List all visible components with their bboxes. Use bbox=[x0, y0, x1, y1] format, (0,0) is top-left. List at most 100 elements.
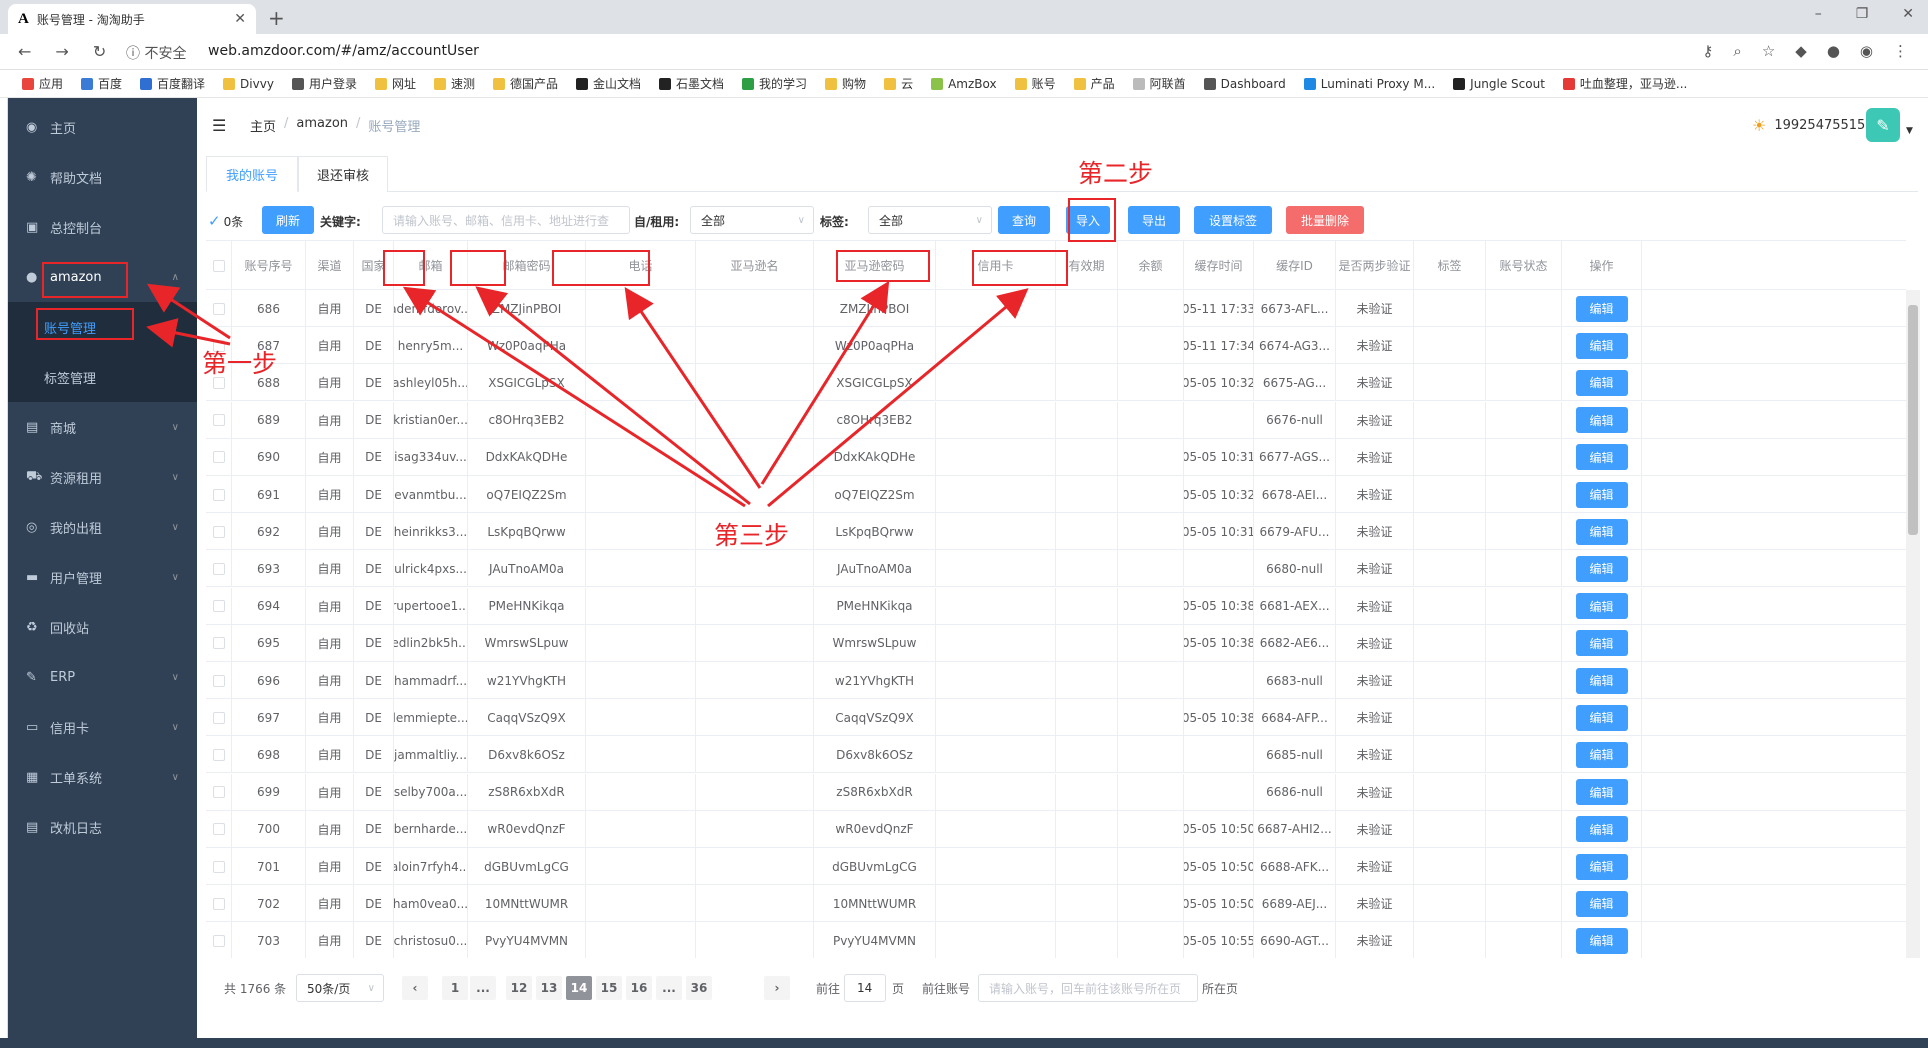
zoom-icon[interactable]: ⌕ bbox=[1733, 42, 1741, 60]
select-all-checkbox[interactable] bbox=[206, 241, 232, 291]
url-field[interactable]: web.amzdoor.com/#/amz/accountUser bbox=[208, 43, 479, 59]
row-checkbox[interactable] bbox=[206, 438, 232, 476]
row-checkbox[interactable] bbox=[206, 401, 232, 439]
edit-button[interactable]: 编辑 bbox=[1575, 890, 1628, 917]
edit-button[interactable]: 编辑 bbox=[1575, 444, 1628, 471]
bookmark-item[interactable]: 用户登录 bbox=[291, 75, 357, 92]
row-checkbox[interactable] bbox=[206, 587, 232, 625]
profile-icon[interactable]: ◉ bbox=[1860, 42, 1873, 60]
restore-icon[interactable]: ❐ bbox=[1856, 6, 1869, 22]
sidebar-item-10[interactable]: ▭ 信用卡 ∨ bbox=[8, 702, 197, 752]
row-checkbox[interactable] bbox=[206, 736, 232, 774]
bookmark-item[interactable]: Dashboard bbox=[1203, 77, 1286, 91]
batch-delete-button[interactable]: 批量删除 bbox=[1286, 206, 1364, 234]
extension-icon[interactable]: ◆ bbox=[1795, 42, 1807, 60]
reload-icon[interactable]: ↻ bbox=[93, 42, 106, 61]
row-checkbox[interactable] bbox=[206, 773, 232, 811]
forward-icon[interactable]: → bbox=[55, 42, 68, 61]
star-icon[interactable]: ☆ bbox=[1762, 42, 1775, 60]
bookmark-item[interactable]: 网址 bbox=[374, 75, 416, 92]
breadcrumb-home[interactable]: 主页 bbox=[250, 116, 276, 135]
sidebar-item-11[interactable]: ▦ 工单系统 ∨ bbox=[8, 752, 197, 802]
edit-button[interactable]: 编辑 bbox=[1575, 630, 1628, 657]
new-tab-icon[interactable]: + bbox=[268, 6, 285, 30]
edit-button[interactable]: 编辑 bbox=[1575, 704, 1628, 731]
bookmark-item[interactable]: 德国产品 bbox=[492, 75, 558, 92]
row-checkbox[interactable] bbox=[206, 476, 232, 513]
edit-button[interactable]: 编辑 bbox=[1575, 816, 1628, 843]
bookmark-item[interactable]: 阿联酋 bbox=[1132, 75, 1186, 92]
row-checkbox[interactable] bbox=[206, 662, 232, 699]
edit-button[interactable]: 编辑 bbox=[1575, 407, 1628, 434]
bookmark-item[interactable]: 石墨文档 bbox=[659, 75, 724, 92]
edit-button[interactable]: 编辑 bbox=[1575, 295, 1628, 322]
breadcrumb-amazon[interactable]: amazon bbox=[296, 116, 348, 135]
avatar[interactable]: ✎ bbox=[1866, 108, 1900, 142]
row-checkbox[interactable] bbox=[206, 699, 232, 737]
row-checkbox[interactable] bbox=[206, 810, 232, 848]
row-checkbox[interactable] bbox=[206, 848, 232, 885]
edit-button[interactable]: 编辑 bbox=[1575, 481, 1628, 508]
tab-my-accounts[interactable]: 我的账号 bbox=[206, 156, 298, 192]
page-ellipsis[interactable]: ... bbox=[470, 976, 496, 1000]
row-checkbox[interactable] bbox=[206, 513, 232, 551]
edit-button[interactable]: 编辑 bbox=[1575, 369, 1628, 396]
bookmark-item[interactable]: Jungle Scout bbox=[1453, 77, 1545, 91]
bookmark-item[interactable]: 金山文档 bbox=[576, 75, 641, 92]
bookmark-item[interactable]: Luminati Proxy M... bbox=[1303, 77, 1435, 91]
bookmark-item[interactable]: 账号 bbox=[1014, 75, 1056, 92]
close-window-icon[interactable]: ✕ bbox=[1902, 6, 1914, 22]
edit-button[interactable]: 编辑 bbox=[1575, 667, 1628, 694]
tab-return-review[interactable]: 退还审核 bbox=[298, 156, 388, 192]
row-checkbox[interactable] bbox=[206, 290, 232, 327]
key-icon[interactable]: ⚷ bbox=[1702, 42, 1713, 60]
prev-page-icon[interactable]: ‹ bbox=[402, 976, 428, 1000]
edit-button[interactable]: 编辑 bbox=[1575, 332, 1628, 359]
bookmark-item[interactable]: 云 bbox=[884, 75, 913, 92]
page-button[interactable]: 16 bbox=[626, 976, 652, 1000]
sidebar-item-4[interactable]: ▤ 商城 ∨ bbox=[8, 402, 197, 452]
keyword-input[interactable]: 请输入账号、邮箱、信用卡、地址进行查 bbox=[382, 206, 630, 234]
sidebar-item-2[interactable]: ▣ 总控制台 bbox=[8, 202, 197, 252]
next-page-icon[interactable]: › bbox=[764, 976, 790, 1000]
page-button[interactable]: 1 bbox=[442, 976, 468, 1000]
sidebar-item-1[interactable]: ✺ 帮助文档 bbox=[8, 152, 197, 202]
browser-tab[interactable]: A 账号管理 - 淘淘助手 ✕ bbox=[8, 4, 256, 34]
tag-select[interactable]: 全部 ∨ bbox=[868, 206, 992, 234]
sun-icon[interactable]: ☀ bbox=[1752, 116, 1766, 135]
sidebar-item-7[interactable]: ▬ 用户管理 ∨ bbox=[8, 552, 197, 602]
sidebar-item-6[interactable]: ◎ 我的出租 ∨ bbox=[8, 502, 197, 552]
edit-button[interactable]: 编辑 bbox=[1575, 927, 1628, 954]
sidebar-item-0[interactable]: ◉ 主页 bbox=[8, 102, 197, 152]
back-icon[interactable]: ← bbox=[18, 42, 31, 61]
chevron-down-icon[interactable]: ▼ bbox=[1906, 126, 1913, 136]
edit-button[interactable]: 编辑 bbox=[1575, 518, 1628, 545]
cookie-icon[interactable]: ● bbox=[1827, 42, 1840, 60]
bookmark-item[interactable]: AmzBox bbox=[931, 77, 997, 91]
bookmark-item[interactable]: 吐血整理，亚马逊... bbox=[1562, 75, 1687, 92]
edit-button[interactable]: 编辑 bbox=[1575, 741, 1628, 768]
security-indicator[interactable]: ⓘ 不安全 bbox=[126, 43, 186, 63]
sidebar-item-8[interactable]: ♻ 回收站 bbox=[8, 602, 197, 652]
page-button[interactable]: 36 bbox=[686, 976, 712, 1000]
bookmark-item[interactable]: 百度 bbox=[81, 75, 122, 92]
bookmark-item[interactable]: 产品 bbox=[1073, 75, 1115, 92]
edit-button[interactable]: 编辑 bbox=[1575, 555, 1628, 582]
sidebar-subitem-1[interactable]: 标签管理 bbox=[8, 352, 197, 402]
own-rent-select[interactable]: 全部 ∨ bbox=[690, 206, 814, 234]
bookmark-item[interactable]: Divvy bbox=[223, 77, 274, 91]
hamburger-icon[interactable]: ☰ bbox=[212, 116, 226, 135]
close-tab-icon[interactable]: ✕ bbox=[234, 11, 246, 27]
menu-icon[interactable]: ⋮ bbox=[1893, 42, 1908, 60]
edit-button[interactable]: 编辑 bbox=[1575, 853, 1628, 880]
page-button[interactable]: 15 bbox=[596, 976, 622, 1000]
minimize-icon[interactable]: – bbox=[1815, 6, 1822, 22]
edit-button[interactable]: 编辑 bbox=[1575, 593, 1628, 620]
scrollbar-thumb[interactable] bbox=[1908, 305, 1918, 535]
export-button[interactable]: 导出 bbox=[1128, 206, 1180, 234]
bookmark-item[interactable]: 速测 bbox=[433, 75, 475, 92]
refresh-button[interactable]: 刷新 bbox=[262, 206, 314, 234]
page-ellipsis[interactable]: ... bbox=[656, 976, 682, 1000]
goto-account-input[interactable]: 请输入账号，回车前往该账号所在页 bbox=[978, 974, 1198, 1002]
page-button[interactable]: 12 bbox=[506, 976, 532, 1000]
